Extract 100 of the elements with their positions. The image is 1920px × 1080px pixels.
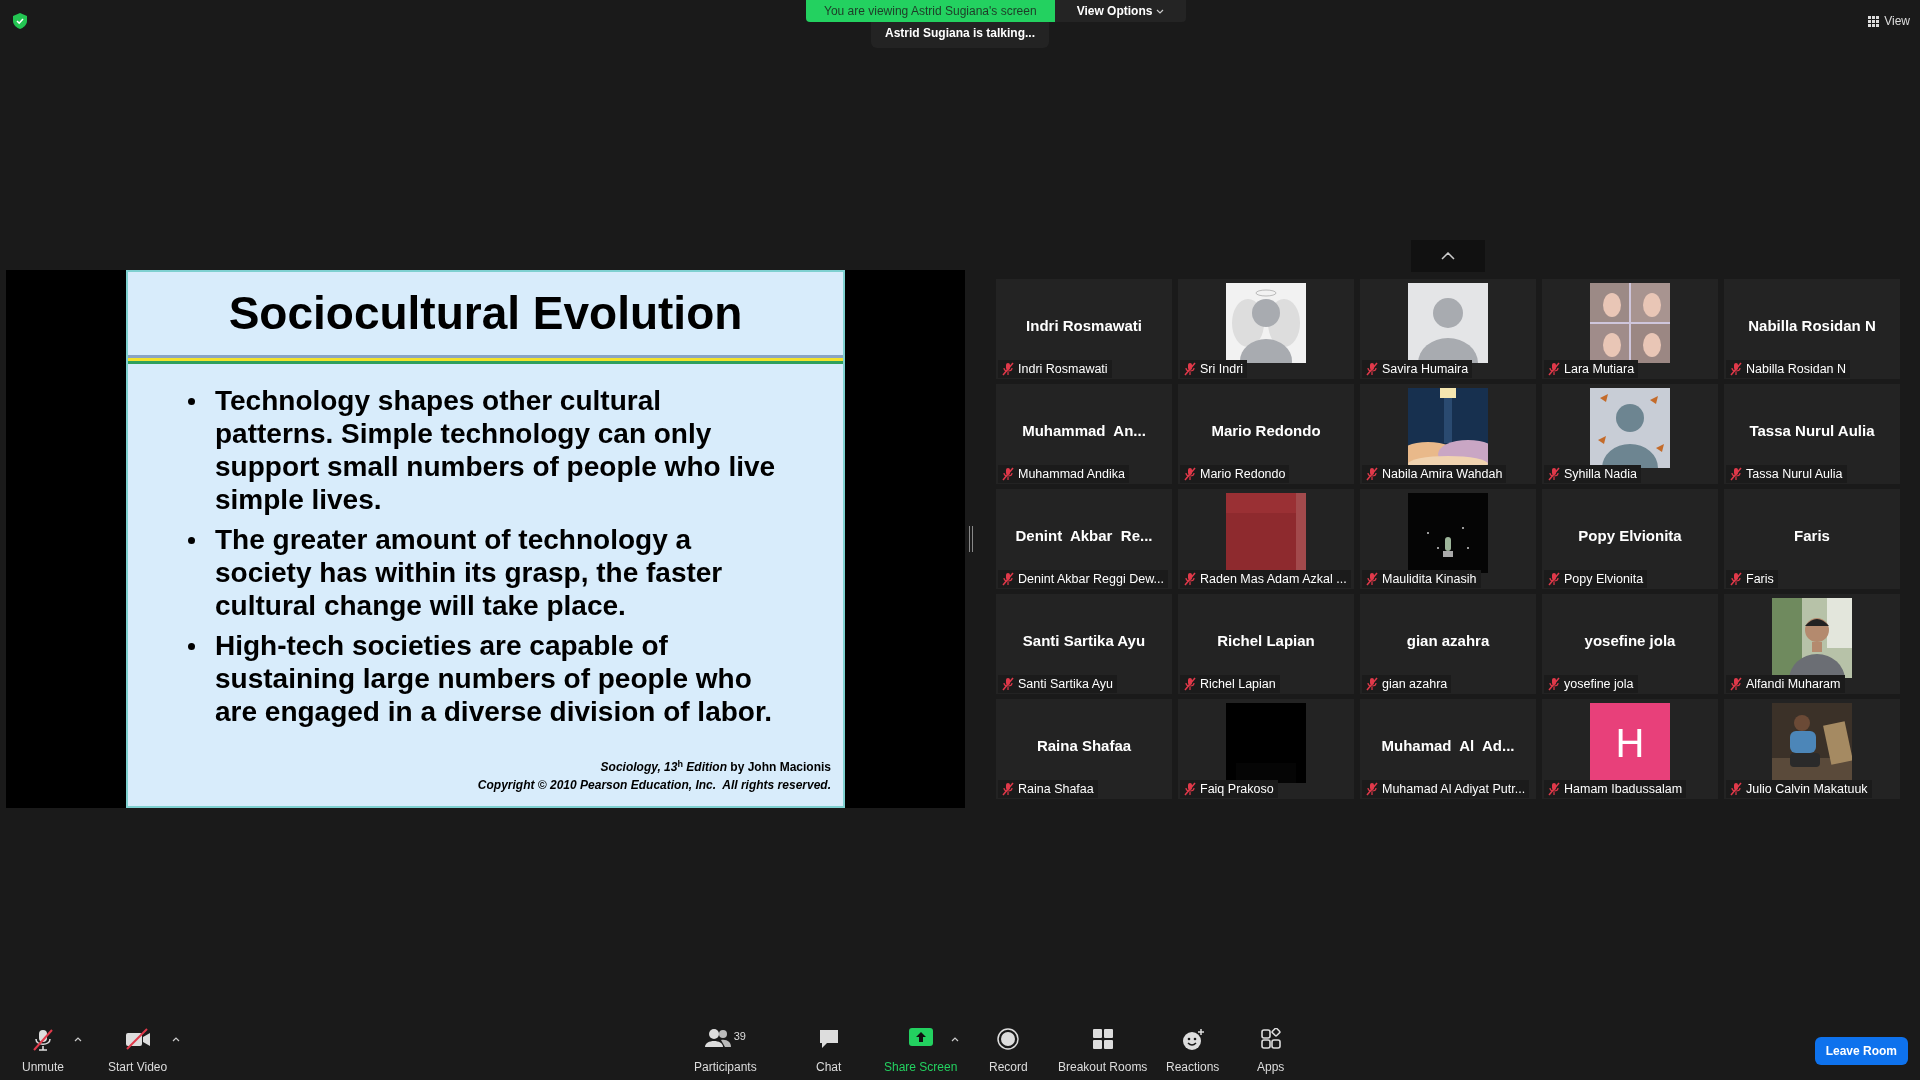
participant-tile[interactable]: Mario Redondo Mario Redondo	[1178, 384, 1354, 484]
bullet-icon	[188, 643, 195, 650]
reactions-button[interactable]: Reactions	[1162, 1028, 1224, 1076]
participant-tile[interactable]: Nabila Amira Wahdah	[1360, 384, 1536, 484]
name-label: yosefine jola	[1544, 675, 1638, 693]
participant-tile[interactable]: Sri Indri	[1178, 279, 1354, 379]
name-label: Faris	[1726, 570, 1778, 588]
name-label: Raina Shafaa	[998, 780, 1098, 798]
bullet-icon	[188, 537, 195, 544]
participant-tile[interactable]: Popy Elvionita Popy Elvionita	[1542, 489, 1718, 589]
breakout-rooms-icon	[1091, 1028, 1114, 1050]
name-label: Muhammad Andika	[998, 465, 1129, 483]
participant-display-name: Tassa Nurul Aulia	[1749, 420, 1875, 441]
name-label: Richel Lapian	[1180, 675, 1280, 693]
participants-button[interactable]: 39 Participants	[690, 1028, 761, 1076]
bullet-text: High-tech societies are capable of sustaining large numbers of people who are engaged in a diverse division of labor.	[215, 629, 774, 728]
name-label: Syhilla Nadia	[1544, 465, 1641, 483]
name-label: Alfandi Muharam	[1726, 675, 1845, 693]
participant-tile[interactable]: Denint Akbar Re... Denint Akbar Reggi Dew...	[996, 489, 1172, 589]
participant-display-name: Muhammad An...	[1022, 420, 1146, 441]
name-label: Julio Calvin Makatuuk	[1726, 780, 1872, 798]
participant-tile[interactable]: Santi Sartika Ayu Santi Sartika Ayu	[996, 594, 1172, 694]
bullet-text: The greater amount of technology a society has within its grasp, the faster cultural change will take place.	[215, 523, 724, 622]
participant-tile[interactable]: Muhammad An... Muhammad Andika	[996, 384, 1172, 484]
muted-mic-icon	[32, 1028, 54, 1052]
participant-display-name: Santi Sartika Ayu	[1022, 630, 1146, 651]
participant-tile[interactable]: gian azahra gian azahra	[1360, 594, 1536, 694]
record-button[interactable]: Record	[985, 1028, 1032, 1076]
participant-tile[interactable]: H Hamam Ibadussalam	[1542, 699, 1718, 799]
name-label: Faiq Prakoso	[1180, 780, 1278, 798]
grid-icon	[1868, 15, 1880, 27]
chevron-up-icon	[1441, 252, 1455, 260]
participant-display-name: Raina Shafaa	[1036, 735, 1132, 756]
participant-display-name: yosefine jola	[1584, 630, 1676, 651]
name-label: Maulidita Kinasih	[1362, 570, 1481, 588]
participant-display-name: Mario Redondo	[1211, 420, 1321, 441]
shield-icon[interactable]	[13, 13, 27, 29]
apps-button[interactable]: Apps	[1253, 1028, 1289, 1076]
participant-tile[interactable]: Indri Rosmawati Indri Rosmawati	[996, 279, 1172, 379]
video-divider-handle[interactable]	[969, 526, 973, 552]
participant-tile[interactable]: Julio Calvin Makatuuk	[1724, 699, 1900, 799]
video-button[interactable]: Start Video	[104, 1028, 172, 1076]
participant-display-name: Indri Rosmawati	[1026, 315, 1142, 336]
name-label: Popy Elvionita	[1544, 570, 1648, 588]
participant-tile[interactable]: Savira Humaira	[1360, 279, 1536, 379]
participant-display-name: Popy Elvionita	[1578, 525, 1682, 546]
participant-tile[interactable]: Lara Mutiara	[1542, 279, 1718, 379]
participant-display-name: Faris	[1794, 525, 1830, 546]
participants-icon	[704, 1028, 731, 1048]
chat-button[interactable]: Chat	[812, 1028, 846, 1076]
participant-tile[interactable]: Raden Mas Adam Azkal ...	[1178, 489, 1354, 589]
participant-display-name: Muhamad Al Ad...	[1381, 735, 1515, 756]
screen-share-banner: You are viewing Astrid Sugiana's screen	[806, 0, 1055, 22]
caret-up-icon	[172, 1036, 180, 1042]
participant-tile[interactable]: Muhamad Al Ad... Muhamad Al Adiyat Putr...	[1360, 699, 1536, 799]
caret-up-icon	[74, 1036, 82, 1042]
participant-tile[interactable]: Alfandi Muharam	[1724, 594, 1900, 694]
name-label: Mario Redondo	[1180, 465, 1290, 483]
participant-tile[interactable]: Faris Faris	[1724, 489, 1900, 589]
participant-tile[interactable]: Raina Shafaa Raina Shafaa	[996, 699, 1172, 799]
participant-tile[interactable]: Faiq Prakoso	[1178, 699, 1354, 799]
caret-up-icon	[951, 1036, 959, 1042]
view-button[interactable]: View	[1868, 12, 1910, 30]
mic-button[interactable]: Unmute	[18, 1028, 69, 1076]
slide-copyright: Copyright © 2010 Pearson Education, Inc. All rights reserved.	[476, 777, 832, 794]
participant-tile[interactable]: Syhilla Nadia	[1542, 384, 1718, 484]
participant-display-name: gian azahra	[1406, 630, 1490, 651]
name-label: Nabilla Rosidan N	[1726, 360, 1851, 378]
name-label: Denint Akbar Reggi Dew...	[998, 570, 1168, 588]
view-options-button[interactable]: View Options	[1054, 0, 1187, 22]
participant-tile[interactable]: Maulidita Kinasih	[1360, 489, 1536, 589]
name-label: Savira Humaira	[1362, 360, 1473, 378]
bullet-text: Technology shapes other cultural patterns. Simple technology can only support small numbers of people who live simple lives.	[215, 384, 777, 516]
participant-tile[interactable]: Richel Lapian Richel Lapian	[1178, 594, 1354, 694]
bullet-icon	[188, 398, 195, 405]
slide-title: Sociocultural Evolution	[227, 286, 744, 341]
chat-icon	[817, 1028, 840, 1050]
avatar-tile: H	[1590, 703, 1670, 783]
name-label: Sri Indri	[1180, 360, 1248, 378]
apps-icon	[1259, 1028, 1282, 1050]
name-label: Muhamad Al Adiyat Putr...	[1362, 780, 1530, 798]
name-label: Hamam Ibadussalam	[1544, 780, 1687, 798]
breakout-button[interactable]: Breakout Rooms	[1054, 1028, 1152, 1076]
name-label: Raden Mas Adam Azkal ...	[1180, 570, 1351, 588]
share-button[interactable]: Share Screen	[880, 1028, 962, 1076]
leave-room-button[interactable]: Leave Room	[1814, 1037, 1908, 1065]
participant-tile[interactable]: yosefine jola yosefine jola	[1542, 594, 1718, 694]
slide-credit: Sociology, 13$^{h}$ Edition by John Macionis	[599, 758, 832, 776]
participant-tile[interactable]: Tassa Nurul Aulia Tassa Nurul Aulia	[1724, 384, 1900, 484]
name-label: Indri Rosmawati	[998, 360, 1112, 378]
record-icon	[997, 1028, 1020, 1050]
name-label: gian azahra	[1362, 675, 1452, 693]
participant-count: 39	[733, 1029, 746, 1044]
participant-display-name: Nabilla Rosidan N	[1748, 315, 1876, 336]
participant-display-name: Richel Lapian	[1217, 630, 1315, 651]
name-label: Tassa Nurul Aulia	[1726, 465, 1847, 483]
participant-tile[interactable]: Nabilla Rosidan N Nabilla Rosidan N	[1724, 279, 1900, 379]
name-label: Nabila Amira Wahdah	[1362, 465, 1507, 483]
name-label: Lara Mutiara	[1544, 360, 1639, 378]
caret-icon	[1156, 8, 1165, 14]
